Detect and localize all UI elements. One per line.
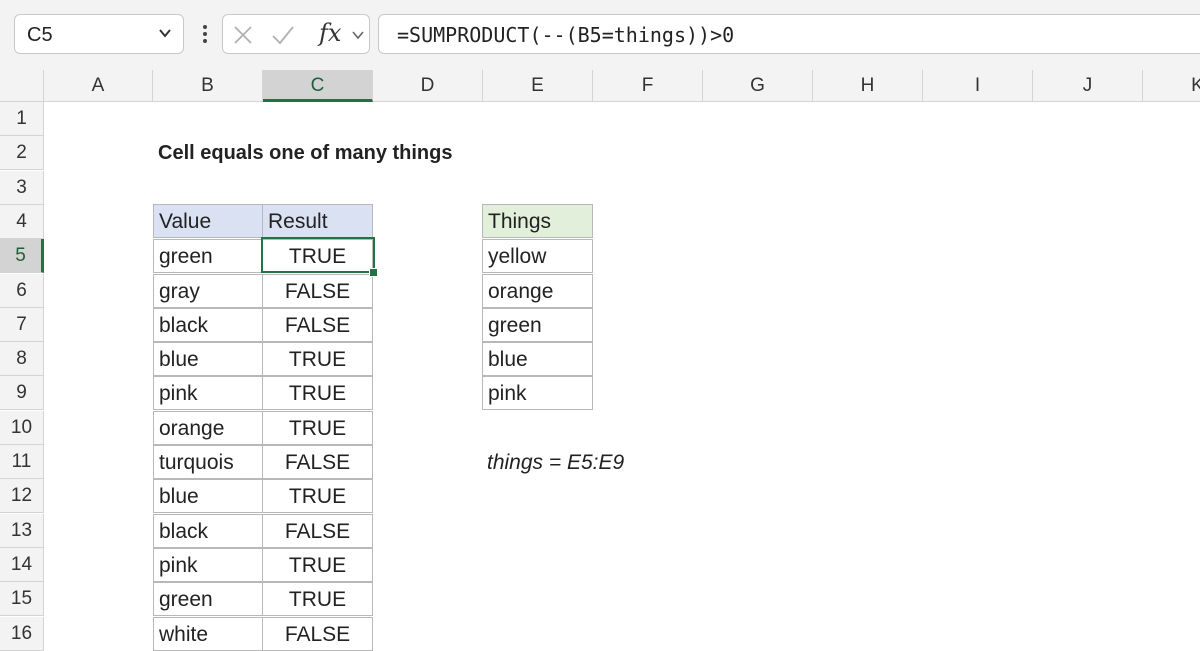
value-cell[interactable]: black <box>153 514 263 548</box>
value-cell[interactable]: turquois <box>153 445 263 479</box>
column-header-g[interactable]: G <box>703 70 813 102</box>
row-header-1[interactable]: 1 <box>0 102 44 136</box>
column-header-b[interactable]: B <box>153 70 263 102</box>
result-cell[interactable]: FALSE <box>262 617 373 651</box>
column-header-h[interactable]: H <box>813 70 923 102</box>
column-header-e[interactable]: E <box>483 70 593 102</box>
things-cell[interactable]: yellow <box>482 239 593 273</box>
value-cell[interactable]: green <box>153 582 263 616</box>
row-header-6[interactable]: 6 <box>0 274 44 308</box>
row-header-12[interactable]: 12 <box>0 479 44 513</box>
sheet-title[interactable]: Cell equals one of many things <box>153 136 553 170</box>
things-cell[interactable]: blue <box>482 342 593 376</box>
result-header[interactable]: Result <box>262 204 373 238</box>
value-cell[interactable]: blue <box>153 342 263 376</box>
value-cell[interactable]: pink <box>153 548 263 582</box>
value-cell[interactable]: green <box>153 239 263 273</box>
value-cell[interactable]: gray <box>153 274 263 308</box>
row-header-16[interactable]: 16 <box>0 617 44 651</box>
result-cell[interactable]: TRUE <box>262 479 373 513</box>
formula-toolbar: C5 fx =SUMPRODUCT(--(B5=things))>0 <box>0 0 1200 70</box>
chevron-down-icon[interactable] <box>157 25 173 41</box>
cancel-icon[interactable] <box>233 25 253 45</box>
spreadsheet-grid[interactable]: ABCDEFGHIJK 1 2 3 4 5 6 7 8 9 10 11 12 13 14 15 16 Cell… <box>0 70 1200 651</box>
row-header-10[interactable]: 10 <box>0 411 44 445</box>
fill-handle[interactable] <box>369 268 378 277</box>
value-cell[interactable]: pink <box>153 376 263 410</box>
row-header-8[interactable]: 8 <box>0 342 44 376</box>
result-cell[interactable]: TRUE <box>262 582 373 616</box>
formula-bar[interactable]: =SUMPRODUCT(--(B5=things))>0 <box>378 14 1200 54</box>
things-cell[interactable]: pink <box>482 376 593 410</box>
result-cell[interactable]: FALSE <box>262 274 373 308</box>
things-cell[interactable]: green <box>482 308 593 342</box>
row-header-9[interactable]: 9 <box>0 376 44 410</box>
value-header[interactable]: Value <box>153 204 263 238</box>
column-header-j[interactable]: J <box>1033 70 1143 102</box>
column-header-k[interactable]: K <box>1143 70 1200 102</box>
row-header-5[interactable]: 5 <box>0 239 44 273</box>
row-header-11[interactable]: 11 <box>0 445 44 479</box>
value-cell[interactable]: black <box>153 308 263 342</box>
row-header-7[interactable]: 7 <box>0 308 44 342</box>
result-cell[interactable]: FALSE <box>262 514 373 548</box>
value-cell[interactable]: blue <box>153 479 263 513</box>
things-cell[interactable]: orange <box>482 274 593 308</box>
select-all-corner[interactable] <box>0 70 44 102</box>
column-header-c[interactable]: C <box>263 70 373 102</box>
insert-function-icon[interactable]: fx <box>319 19 341 47</box>
result-cell[interactable]: FALSE <box>262 308 373 342</box>
result-cell[interactable]: TRUE <box>262 411 373 445</box>
value-cell[interactable]: orange <box>153 411 263 445</box>
column-header-f[interactable]: F <box>593 70 703 102</box>
row-header-3[interactable]: 3 <box>0 171 44 205</box>
named-range-note[interactable]: things = E5:E9 <box>482 446 782 480</box>
result-cell[interactable]: FALSE <box>262 445 373 479</box>
enter-check-icon[interactable] <box>271 24 295 46</box>
result-cell[interactable]: TRUE <box>262 342 373 376</box>
row-header-4[interactable]: 4 <box>0 205 44 239</box>
column-header-d[interactable]: D <box>373 70 483 102</box>
active-cell-border <box>261 237 375 273</box>
formula-text[interactable]: =SUMPRODUCT(--(B5=things))>0 <box>397 23 734 47</box>
name-box[interactable]: C5 <box>14 14 184 54</box>
things-header[interactable]: Things <box>482 204 593 238</box>
result-cell[interactable]: TRUE <box>262 376 373 410</box>
more-options-icon[interactable] <box>198 20 212 48</box>
value-cell[interactable]: white <box>153 617 263 651</box>
row-header-15[interactable]: 15 <box>0 582 44 616</box>
column-header-i[interactable]: I <box>923 70 1033 102</box>
formula-controls: fx <box>222 14 370 54</box>
row-header-13[interactable]: 13 <box>0 514 44 548</box>
result-cell[interactable]: TRUE <box>262 548 373 582</box>
name-box-value: C5 <box>27 24 53 46</box>
column-header-a[interactable]: A <box>44 70 153 102</box>
row-header-2[interactable]: 2 <box>0 136 44 170</box>
row-header-14[interactable]: 14 <box>0 548 44 582</box>
chevron-down-icon[interactable] <box>351 29 365 41</box>
